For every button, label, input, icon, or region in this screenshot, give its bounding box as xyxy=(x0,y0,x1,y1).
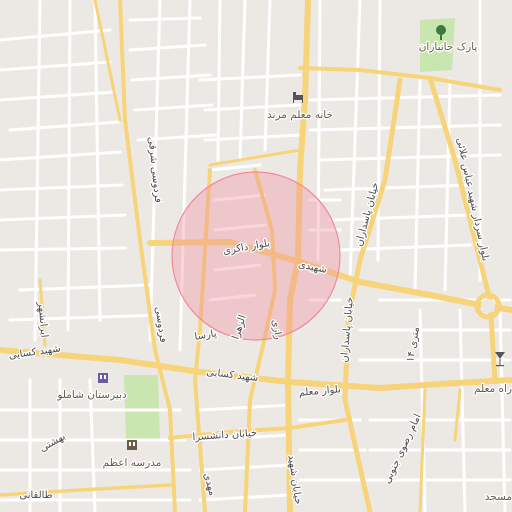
map-canvas[interactable]: پارک جانبازان خانه معلم مرند دبیرستان شا… xyxy=(0,0,512,512)
highlight-circle xyxy=(171,171,341,341)
taleghani-label: طالقانی xyxy=(19,490,52,501)
school-green-area xyxy=(124,375,160,440)
school-icon xyxy=(98,373,108,383)
school-icon xyxy=(127,440,137,450)
masjed-label: مسجد xyxy=(485,491,512,503)
roundabout-center xyxy=(481,299,495,313)
park-label: پارک جانبازان xyxy=(419,41,478,53)
moallem-way-label: راه معلم xyxy=(474,383,512,395)
shamlou-school-label: دبیرستان شاملو xyxy=(56,389,127,401)
teacher-house-label: خانه معلم مرند xyxy=(267,109,333,121)
azam-school-label: مدرسه اعظم xyxy=(103,457,162,469)
